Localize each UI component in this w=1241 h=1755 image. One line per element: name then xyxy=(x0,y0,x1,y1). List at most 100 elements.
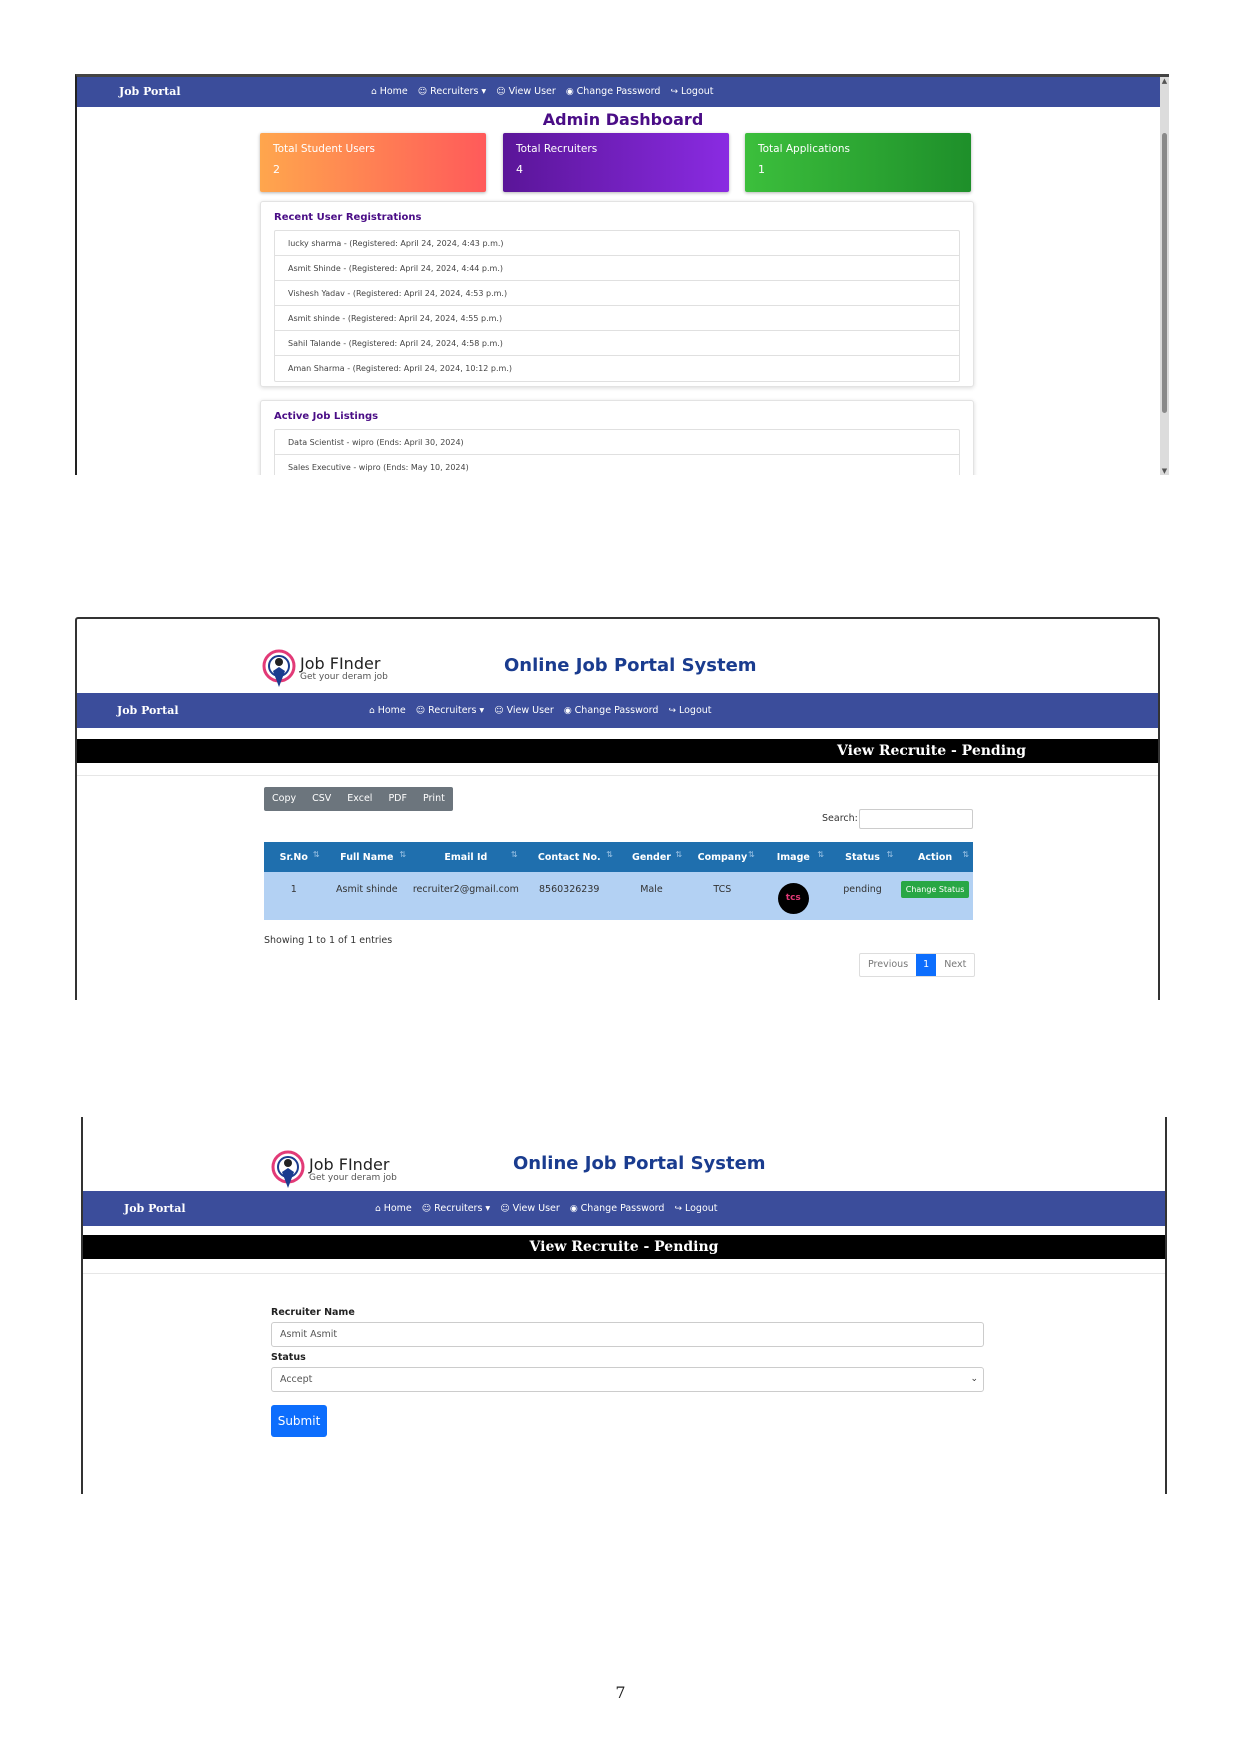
logo-tagline: Get your deram job xyxy=(309,1173,397,1183)
active-jobs-card: Active Job Listings Data Scientist - wip… xyxy=(260,400,974,475)
sort-icon: ⇅ xyxy=(675,850,683,859)
job-finder-logo-icon xyxy=(271,1150,305,1188)
col-header-image[interactable]: Image ⇅ xyxy=(758,842,828,872)
registrations-list: lucky sharma - (Registered: April 24, 20… xyxy=(274,230,960,382)
nav-view-user[interactable]: ☺ View User xyxy=(496,86,556,97)
col-header-full-name[interactable]: Full Name ⇅ xyxy=(323,842,411,872)
col-header-contact[interactable]: Contact No. ⇅ xyxy=(521,842,617,872)
card-title: Active Job Listings xyxy=(274,411,379,422)
nav-change-password[interactable]: ◉ Change Password xyxy=(570,1203,665,1214)
user-icon: ☺ xyxy=(496,86,506,97)
change-status-screenshot: Job FInder Get your deram job Online Job… xyxy=(81,1117,1167,1494)
status-selected-value: Accept xyxy=(280,1374,313,1385)
scrollbar[interactable]: ▲ ▼ xyxy=(1160,77,1169,475)
chevron-down-icon: ⌄ xyxy=(970,1374,978,1384)
sort-icon: ⇅ xyxy=(886,850,894,859)
users-icon: ☺ xyxy=(415,705,426,716)
logo-name: Job FInder xyxy=(309,1155,390,1174)
list-item: Vishesh Yadav - (Registered: April 24, 2… xyxy=(275,281,959,306)
logout-icon: ↪ xyxy=(670,86,678,97)
nav-logout[interactable]: ↪ Logout xyxy=(670,86,713,97)
table-row: 1 Asmit shinde recruiter2@gmail.com 8560… xyxy=(264,872,973,920)
cell-email: recruiter2@gmail.com xyxy=(410,872,522,920)
user-circle-icon: ◉ xyxy=(569,1203,578,1214)
stat-card-students: Total Student Users 2 xyxy=(260,133,486,192)
nav-home[interactable]: ⌂ Home xyxy=(369,705,406,716)
nav-logout[interactable]: ↪ Logout xyxy=(668,705,711,716)
pdf-button[interactable]: PDF xyxy=(380,787,415,811)
user-icon: ☺ xyxy=(500,1203,510,1214)
col-header-action[interactable]: Action ⇅ xyxy=(897,842,973,872)
stat-value: 1 xyxy=(758,163,765,176)
nav-recruiters-dropdown[interactable]: ☺ Recruiters ▾ xyxy=(418,86,486,97)
scrollbar-thumb[interactable] xyxy=(1162,133,1167,413)
divider xyxy=(77,775,1158,776)
user-circle-icon: ◉ xyxy=(565,86,574,97)
pagination: Previous 1 Next xyxy=(859,953,976,977)
brand-link[interactable]: Job Portal xyxy=(124,1202,186,1215)
nav-change-password[interactable]: ◉ Change Password xyxy=(564,705,659,716)
site-logo[interactable]: Job FInder Get your deram job xyxy=(271,1150,397,1190)
nav-change-password[interactable]: ◉ Change Password xyxy=(566,86,661,97)
job-finder-logo-icon xyxy=(262,649,296,687)
card-title: Recent User Registrations xyxy=(274,212,422,223)
nav-view-user[interactable]: ☺ View User xyxy=(500,1203,560,1214)
next-page-button[interactable]: Next xyxy=(936,954,974,976)
previous-page-button[interactable]: Previous xyxy=(860,954,916,976)
list-item: lucky sharma - (Registered: April 24, 20… xyxy=(275,231,959,256)
change-status-button[interactable]: Change Status xyxy=(900,880,970,898)
scroll-up-icon[interactable]: ▲ xyxy=(1160,77,1169,85)
brand-link[interactable]: Job Portal xyxy=(117,704,179,717)
logo-name: Job FInder xyxy=(300,654,381,673)
scroll-down-icon[interactable]: ▼ xyxy=(1160,467,1169,475)
col-header-status[interactable]: Status ⇅ xyxy=(827,842,898,872)
col-header-gender[interactable]: Gender ⇅ xyxy=(616,842,687,872)
list-item: Aman Sharma - (Registered: April 24, 202… xyxy=(288,364,512,373)
stat-value: 4 xyxy=(516,163,523,176)
nav-recruiters-dropdown[interactable]: ☺ Recruiters ▾ xyxy=(422,1203,490,1214)
col-header-company[interactable]: Company ⇅ xyxy=(686,842,759,872)
col-header-email[interactable]: Email Id ⇅ xyxy=(410,842,522,872)
top-navbar: Job Portal ⌂ Home ☺ Recruiters ▾ ☺ View Use… xyxy=(83,1191,1165,1226)
company-logo-image: tcs xyxy=(777,882,809,914)
cell-image: tcs xyxy=(758,872,828,920)
nav-recruiters-dropdown[interactable]: ☺ Recruiters ▾ xyxy=(416,705,484,716)
jobs-list: Data Scientist - wipro (Ends: April 30, … xyxy=(274,429,960,475)
cell-full-name: Asmit shinde xyxy=(323,872,411,920)
status-select[interactable]: Accept ⌄ xyxy=(271,1367,984,1392)
search-label: Search: xyxy=(822,813,858,824)
home-icon: ⌂ xyxy=(375,1203,381,1214)
col-header-srno[interactable]: Sr.No ⇅ xyxy=(264,842,324,872)
home-icon: ⌂ xyxy=(371,86,377,97)
top-navbar: Job Portal ⌂ Home ☺ Recruiters ▾ ☺ View Use… xyxy=(77,693,1158,728)
logout-icon: ↪ xyxy=(668,705,676,716)
sort-icon: ⇅ xyxy=(312,850,320,859)
stat-card-applications: Total Applications 1 xyxy=(745,133,971,192)
stat-label: Total Applications xyxy=(758,143,850,155)
nav-home[interactable]: ⌂ Home xyxy=(371,86,408,97)
users-icon: ☺ xyxy=(421,1203,432,1214)
page-1-button[interactable]: 1 xyxy=(916,954,937,976)
submit-button[interactable]: Submit xyxy=(271,1405,327,1437)
sort-icon: ⇅ xyxy=(817,850,824,859)
site-title: Online Job Portal System xyxy=(513,1153,766,1174)
page-title-bar: View Recruite - Pending xyxy=(83,1235,1165,1259)
nav-home[interactable]: ⌂ Home xyxy=(375,1203,412,1214)
nav-menu: ⌂ Home ☺ Recruiters ▾ ☺ View User ◉ Change P… xyxy=(375,1203,718,1214)
nav-view-user[interactable]: ☺ View User xyxy=(494,705,554,716)
site-logo[interactable]: Job FInder Get your deram job xyxy=(262,649,388,689)
search-input[interactable] xyxy=(859,809,973,829)
copy-button[interactable]: Copy xyxy=(264,787,304,811)
print-button[interactable]: Print xyxy=(415,787,453,811)
cell-status: pending xyxy=(827,872,898,920)
cell-company: TCS xyxy=(686,872,759,920)
nav-logout[interactable]: ↪ Logout xyxy=(674,1203,717,1214)
brand-link[interactable]: Job Portal xyxy=(119,85,181,98)
recruiter-name-input[interactable]: Asmit Asmit xyxy=(271,1322,984,1347)
nav-menu: ⌂ Home ☺ Recruiters ▾ ☺ View User ◉ Change P… xyxy=(371,86,714,97)
list-item: Asmit Shinde - (Registered: April 24, 20… xyxy=(275,256,959,281)
excel-button[interactable]: Excel xyxy=(339,787,380,811)
sort-icon: ⇅ xyxy=(606,850,613,859)
csv-button[interactable]: CSV xyxy=(304,787,339,811)
dashboard-title: Admin Dashboard xyxy=(542,110,704,129)
